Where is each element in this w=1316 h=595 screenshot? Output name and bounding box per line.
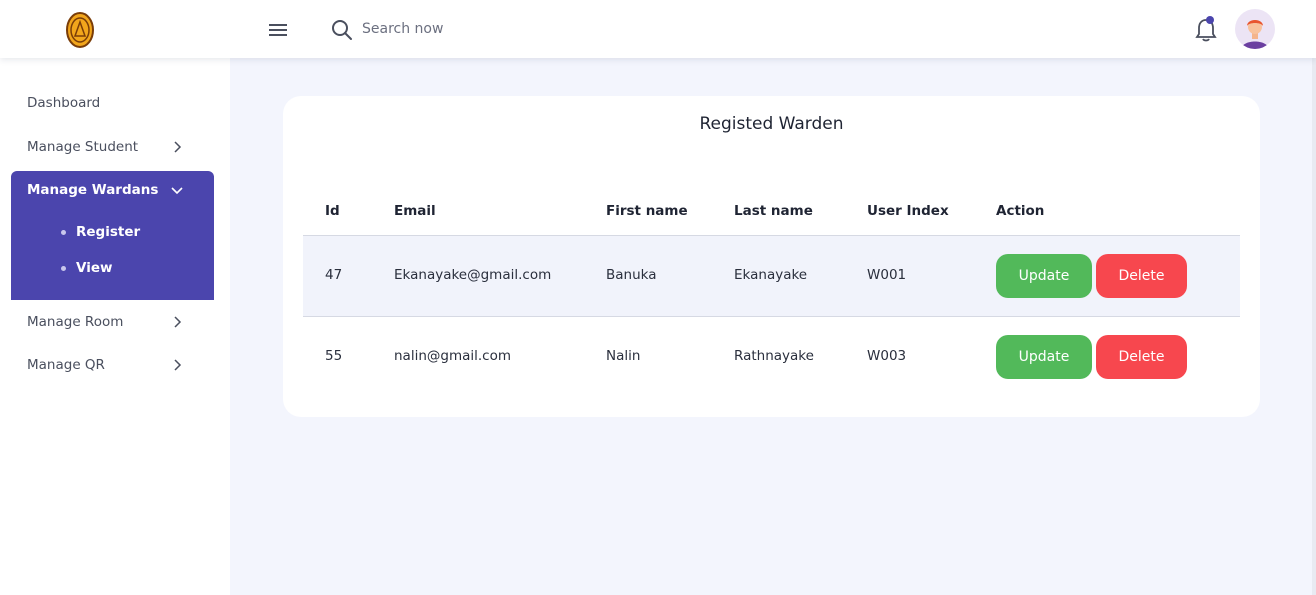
cell-last-name: Rathnayake xyxy=(734,348,814,364)
cell-email: Ekanayake@gmail.com xyxy=(394,267,552,283)
cell-id: 55 xyxy=(325,348,343,364)
cell-first-name: Nalin xyxy=(606,348,641,364)
search-icon[interactable] xyxy=(330,18,354,42)
cell-last-name: Ekanayake xyxy=(734,267,808,283)
sidebar-item-manage-qr[interactable]: Manage QR xyxy=(11,345,214,385)
sidebar-item-label: Dashboard xyxy=(27,95,101,111)
sidebar-subitem-view[interactable]: View xyxy=(61,254,112,282)
top-bar xyxy=(0,0,1316,58)
chevron-right-icon xyxy=(174,359,182,371)
sidebar-item-label: Manage Student xyxy=(27,139,139,155)
search-input[interactable] xyxy=(362,16,622,42)
sidebar-item-manage-room[interactable]: Manage Room xyxy=(11,302,214,342)
sidebar-subitem-label: Register xyxy=(76,224,141,240)
chevron-right-icon xyxy=(174,141,182,153)
chevron-down-icon xyxy=(171,187,183,195)
sidebar-group-manage-wardans: Manage Wardans Register View xyxy=(11,171,214,300)
sidebar-item-dashboard[interactable]: Dashboard xyxy=(11,83,214,123)
cell-user-index: W001 xyxy=(867,267,907,283)
delete-button[interactable]: Delete xyxy=(1096,254,1187,298)
cell-first-name: Banuka xyxy=(606,267,657,283)
delete-button[interactable]: Delete xyxy=(1096,335,1187,379)
warden-table: Id Email First name Last name User Index… xyxy=(303,188,1240,398)
sidebar-item-label: Manage Room xyxy=(27,314,124,330)
column-header-first-name: First name xyxy=(606,203,688,219)
page-title: Registed Warden xyxy=(699,114,844,134)
column-header-last-name: Last name xyxy=(734,203,813,219)
column-header-id: Id xyxy=(325,203,340,219)
sidebar-subitem-register[interactable]: Register xyxy=(61,218,140,246)
table-row: 55 nalin@gmail.com Nalin Rathnayake W003… xyxy=(303,317,1240,398)
university-logo xyxy=(66,12,94,48)
scrollbar[interactable] xyxy=(1312,58,1316,595)
column-header-email: Email xyxy=(394,203,436,219)
update-button[interactable]: Update xyxy=(996,254,1092,298)
sidebar-item-label: Manage Wardans xyxy=(27,182,159,198)
table-row: 47 Ekanayake@gmail.com Banuka Ekanayake … xyxy=(303,236,1240,317)
sidebar: Dashboard Manage Student Manage Wardans … xyxy=(0,58,230,595)
cell-user-index: W003 xyxy=(867,348,907,364)
update-button[interactable]: Update xyxy=(996,335,1092,379)
sidebar-item-label: Manage QR xyxy=(27,357,105,373)
cell-id: 47 xyxy=(325,267,343,283)
column-header-action: Action xyxy=(996,203,1045,219)
sidebar-item-manage-wardans[interactable]: Manage Wardans xyxy=(11,171,214,209)
user-avatar[interactable] xyxy=(1235,9,1275,49)
warden-list-card: Registed Warden Id Email First name Last… xyxy=(283,96,1260,417)
column-header-user-index: User Index xyxy=(867,203,949,219)
sidebar-item-manage-student[interactable]: Manage Student xyxy=(11,127,214,167)
bullet-icon xyxy=(61,265,66,271)
bullet-icon xyxy=(61,229,66,235)
cell-email: nalin@gmail.com xyxy=(394,348,512,364)
table-header: Id Email First name Last name User Index… xyxy=(303,188,1240,236)
sidebar-subitem-label: View xyxy=(76,260,113,276)
chevron-right-icon xyxy=(174,316,182,328)
notification-bell-icon[interactable] xyxy=(1193,15,1219,43)
menu-toggle-icon[interactable] xyxy=(266,18,290,42)
